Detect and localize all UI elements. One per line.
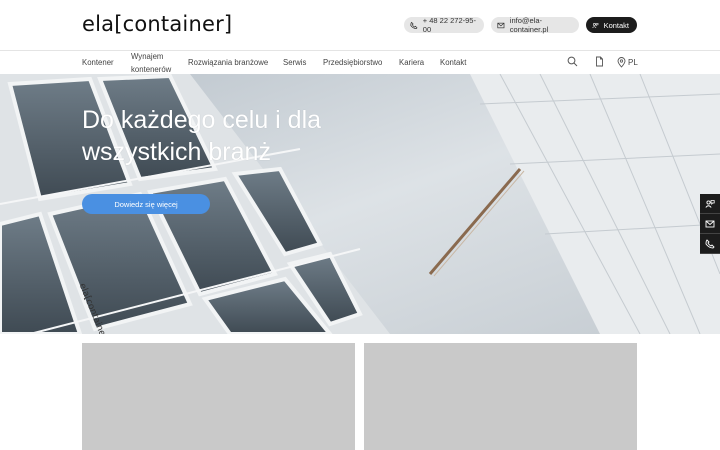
content-card-right[interactable] xyxy=(364,343,637,450)
side-phone-button[interactable] xyxy=(700,234,720,254)
hero-title-line1: Do każdego celu i dla xyxy=(82,106,322,134)
side-contact-button[interactable] xyxy=(700,194,720,214)
language-code: PL xyxy=(628,58,638,67)
language-selector[interactable]: PL xyxy=(617,57,638,68)
nav-item-przedsiebiorstwo[interactable]: Przedsiębiorstwo xyxy=(323,57,382,69)
hero-title-line2: wszystkich branż xyxy=(82,138,271,166)
email-address: info@ela-container.pl xyxy=(509,16,549,34)
nav-item-kariera[interactable]: Kariera xyxy=(399,57,424,69)
hero-title: Do każdego celu i dla wszystkich branż xyxy=(82,104,372,168)
main-navigation: Kontener Wynajem kontenerów Rozwiązania … xyxy=(0,50,720,74)
nav-item-kontakt[interactable]: Kontakt xyxy=(440,57,466,69)
hero-banner: Do każdego celu i dla wszystkich branż D… xyxy=(0,74,720,334)
search-button[interactable] xyxy=(567,56,578,67)
nav-item-rozwiazania[interactable]: Rozwiązania branżowe xyxy=(188,57,268,69)
contact-label: Kontakt xyxy=(603,20,629,30)
mail-icon xyxy=(497,22,505,28)
search-icon xyxy=(567,56,578,67)
site-logo[interactable]: ela[container] xyxy=(82,12,232,36)
learn-more-button[interactable]: Dowiedz się więcej xyxy=(82,194,210,214)
phone-number: + 48 22 272-95-00 xyxy=(422,16,476,34)
nav-item-serwis[interactable]: Serwis xyxy=(283,57,306,69)
contact-people-icon xyxy=(705,199,715,208)
side-email-button[interactable] xyxy=(700,214,720,234)
document-button[interactable] xyxy=(594,56,605,67)
phone-button[interactable]: + 48 22 272-95-00 xyxy=(404,16,484,34)
content-card-left[interactable] xyxy=(82,343,355,450)
side-contact-bar xyxy=(700,194,720,254)
phone-icon xyxy=(705,238,715,248)
location-pin-icon xyxy=(617,57,626,68)
email-button[interactable]: info@ela-container.pl xyxy=(491,16,579,34)
mail-icon xyxy=(705,220,715,227)
contact-button[interactable]: Kontakt xyxy=(586,17,637,33)
nav-item-kontener[interactable]: Kontener xyxy=(82,57,114,69)
nav-item-wynajem[interactable]: Wynajem kontenerów xyxy=(131,51,171,76)
document-icon xyxy=(596,56,603,67)
top-bar: ela[container] + 48 22 272-95-00 info@el… xyxy=(0,0,720,50)
contact-people-icon xyxy=(592,22,599,28)
phone-icon xyxy=(410,21,418,29)
nav-item-wynajem-line1: Wynajem xyxy=(131,52,164,61)
